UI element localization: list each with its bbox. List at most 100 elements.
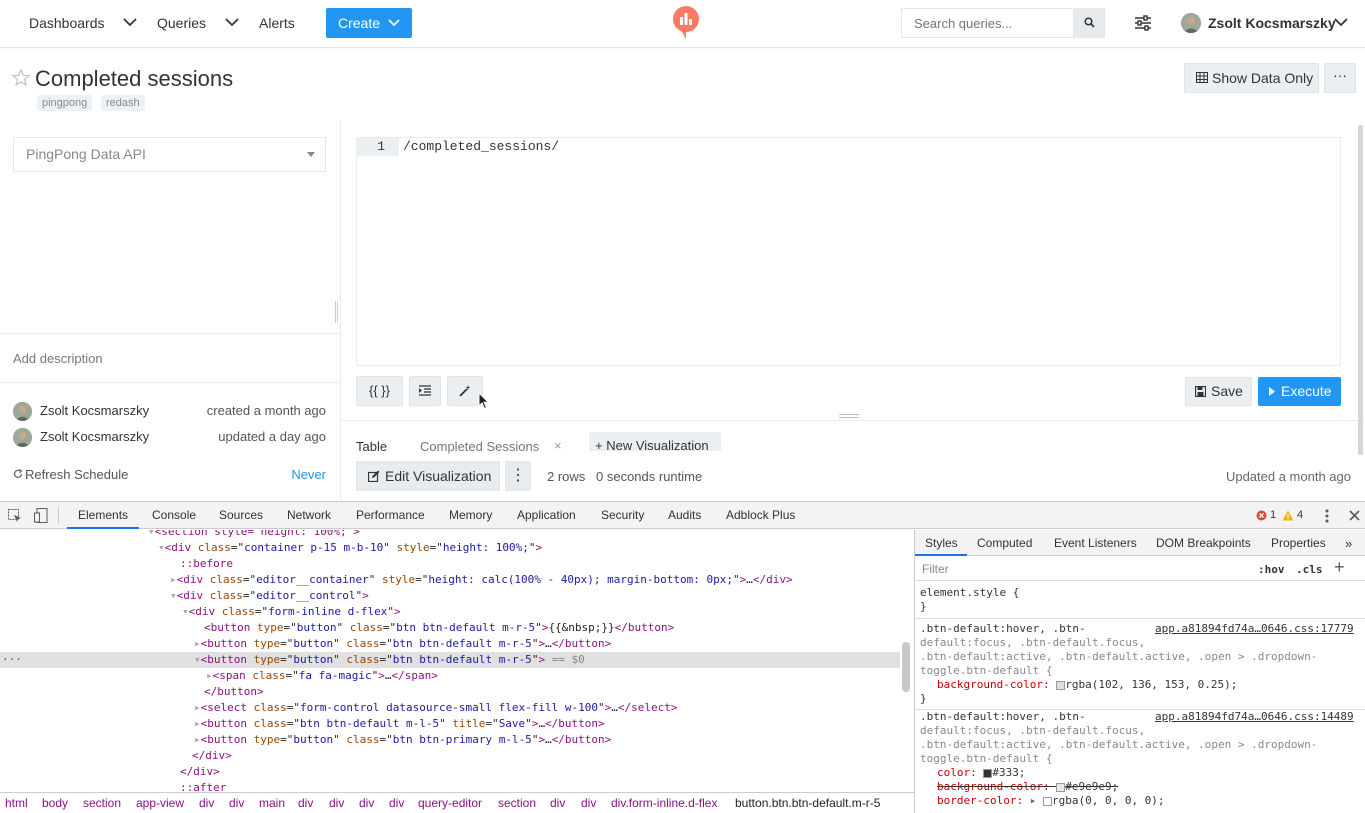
breadcrumb-item[interactable]: div xyxy=(229,793,244,813)
breadcrumb-item[interactable]: div xyxy=(389,793,404,813)
breadcrumb-item[interactable]: div.form-inline.d-flex xyxy=(611,793,717,813)
style-rule-selector[interactable]: .btn-default:hover, .btn- xyxy=(920,710,1086,724)
color-swatch[interactable] xyxy=(1042,796,1052,806)
dom-node[interactable]: </button> xyxy=(204,684,264,700)
devtools-tab-performance[interactable]: Performance xyxy=(356,502,425,529)
styles-tab-computed[interactable]: Computed xyxy=(977,530,1032,557)
dom-node[interactable]: <button type="button" class="btn btn-def… xyxy=(204,620,674,636)
style-rule-selector[interactable]: element.style { xyxy=(920,586,1019,600)
device-toolbar-icon[interactable] xyxy=(34,508,48,523)
dom-node[interactable]: ▸<div class="editor__container" style="h… xyxy=(170,572,793,588)
code-line[interactable]: /completed_sessions/ xyxy=(403,138,559,156)
refresh-schedule-value[interactable]: Never xyxy=(291,467,326,482)
breadcrumb-item[interactable]: html xyxy=(5,793,28,813)
error-icon[interactable] xyxy=(1256,510,1267,521)
breadcrumb-item[interactable]: app-view xyxy=(136,793,184,813)
dom-node[interactable]: ▸<button type="button" class="btn btn-pr… xyxy=(194,732,611,748)
warning-count[interactable]: 4 xyxy=(1297,502,1303,529)
breadcrumb-item[interactable]: main xyxy=(259,793,285,813)
warning-icon[interactable] xyxy=(1282,510,1294,521)
breadcrumb-item[interactable]: section xyxy=(83,793,121,813)
add-description-link[interactable]: Add description xyxy=(13,351,103,366)
style-source-link[interactable]: app.a81894fd74a…0646.css:14489 xyxy=(1155,710,1354,724)
show-data-only-button[interactable]: Show Data Only xyxy=(1184,63,1319,93)
error-count[interactable]: 1 xyxy=(1270,502,1276,529)
devtools-tab-application[interactable]: Application xyxy=(517,502,576,529)
user-chevron-down-icon[interactable] xyxy=(1334,17,1348,27)
add-parameter-button[interactable]: {{ }} xyxy=(356,376,403,406)
dom-node[interactable]: ▸<select class="form-control datasource-… xyxy=(194,700,677,716)
breadcrumb-item[interactable]: body xyxy=(42,793,68,813)
dom-node[interactable]: </div> xyxy=(192,748,232,764)
format-query-button[interactable] xyxy=(409,376,441,406)
breadcrumb-item[interactable]: div xyxy=(550,793,565,813)
dom-node[interactable]: ▾<div class="editor__control"> xyxy=(170,588,369,604)
dom-node[interactable]: ▾<div class="form-inline d-flex"> xyxy=(182,604,401,620)
style-rule-selector[interactable]: .btn-default:hover, .btn- xyxy=(920,622,1086,636)
settings-sliders-icon[interactable] xyxy=(1134,15,1152,31)
devtools-tab-elements[interactable]: Elements xyxy=(78,502,128,529)
devtools-menu-icon[interactable] xyxy=(1325,509,1329,523)
dom-node[interactable]: ▾<div class="container p-15 m-b-10" styl… xyxy=(158,540,542,556)
user-avatar[interactable] xyxy=(1181,13,1201,33)
breadcrumb-item[interactable]: div xyxy=(298,793,313,813)
favorite-star-icon[interactable] xyxy=(12,69,30,86)
devtools-tab-console[interactable]: Console xyxy=(152,502,196,529)
devtools-tab-network[interactable]: Network xyxy=(287,502,331,529)
dom-node[interactable]: ▸<span class="fa fa-magic">…</span> xyxy=(206,668,438,684)
user-name[interactable]: Zsolt Kocsmarszky xyxy=(1208,0,1336,46)
dom-scrollbar[interactable] xyxy=(902,642,910,692)
styles-tab-styles[interactable]: Styles xyxy=(925,530,958,557)
inspect-element-icon[interactable] xyxy=(8,509,22,523)
dom-node[interactable]: ::before xyxy=(180,556,233,572)
style-rule-selector[interactable]: default:focus, .btn-default.focus, xyxy=(920,724,1145,738)
styles-filter-input[interactable]: Filter xyxy=(922,562,949,576)
breadcrumb-item[interactable]: query-editor xyxy=(418,793,482,813)
dom-node[interactable]: ▸<button type="button" class="btn btn-de… xyxy=(194,636,611,652)
dom-node[interactable]: ::after xyxy=(180,780,226,792)
style-rule-selector[interactable]: toggle.btn-default { xyxy=(920,752,1052,766)
dom-tree[interactable]: ▾<section style="height: 100%;"> ▾<div c… xyxy=(0,530,900,792)
resize-handle[interactable] xyxy=(335,301,338,323)
page-scrollbar[interactable] xyxy=(1358,125,1363,455)
style-declaration[interactable]: background-color: rgba(102, 136, 153, 0.… xyxy=(937,678,1237,692)
styles-tab-dom-breakpoints[interactable]: DOM Breakpoints xyxy=(1156,530,1251,557)
color-swatch[interactable] xyxy=(1056,782,1066,792)
close-devtools-icon[interactable] xyxy=(1349,510,1360,521)
breadcrumb-item[interactable]: div xyxy=(199,793,214,813)
breadcrumb-item[interactable]: section xyxy=(498,793,536,813)
style-declaration[interactable]: color: #333; xyxy=(937,766,1026,780)
nav-dashboards[interactable]: Dashboards xyxy=(29,0,105,46)
hover-state-toggle[interactable]: :hov xyxy=(1258,563,1285,576)
save-button[interactable]: Save xyxy=(1185,377,1252,406)
styles-tab-properties[interactable]: Properties xyxy=(1271,530,1326,557)
dom-node[interactable]: </div> xyxy=(180,764,220,780)
style-declaration-overridden[interactable]: background-color: #e9e9e9; xyxy=(937,780,1118,794)
more-tabs-icon[interactable]: » xyxy=(1345,530,1352,557)
color-swatch[interactable] xyxy=(1056,680,1066,690)
devtools-tab-memory[interactable]: Memory xyxy=(449,502,492,529)
close-tab-icon[interactable]: × xyxy=(554,438,562,453)
dom-node[interactable]: ▾<section style="height: 100%;"> xyxy=(148,530,360,540)
tag-pingpong[interactable]: pingpong xyxy=(37,95,93,111)
query-title[interactable]: Completed sessions xyxy=(35,66,233,92)
dom-node-selected[interactable]: ··· ▾<button type="button" class="btn btn… xyxy=(0,652,900,668)
devtools-tab-security[interactable]: Security xyxy=(601,502,644,529)
tag-redash[interactable]: redash xyxy=(101,95,145,111)
breadcrumb-item-active[interactable]: button.btn.btn-default.m-r-5 xyxy=(735,793,880,813)
breadcrumb-item[interactable]: div xyxy=(359,793,374,813)
search-queries-input[interactable] xyxy=(901,8,1073,38)
nav-queries[interactable]: Queries xyxy=(157,0,206,46)
style-source-link[interactable]: app.a81894fd74a…0646.css:17779 xyxy=(1155,622,1354,636)
style-declaration[interactable]: border-color: ▸ rgba(0, 0, 0, 0); xyxy=(937,794,1165,808)
devtools-tab-sources[interactable]: Sources xyxy=(219,502,263,529)
dom-node[interactable]: ▸<button class="btn btn-default m-l-5" t… xyxy=(194,716,605,732)
visualization-menu-button[interactable]: ⋮ xyxy=(505,461,531,491)
search-button[interactable] xyxy=(1073,8,1105,38)
edit-visualization-button[interactable]: Edit Visualization xyxy=(356,461,500,491)
style-rule-selector[interactable]: default:focus, .btn-default.focus, xyxy=(920,636,1145,650)
query-editor[interactable]: 1 /completed_sessions/ xyxy=(356,137,1341,366)
tab-completed-sessions[interactable]: Completed Sessions xyxy=(420,439,539,454)
devtools-tab-audits[interactable]: Audits xyxy=(668,502,701,529)
style-rule-selector[interactable]: .btn-default:active, .btn-default.active… xyxy=(920,650,1317,664)
